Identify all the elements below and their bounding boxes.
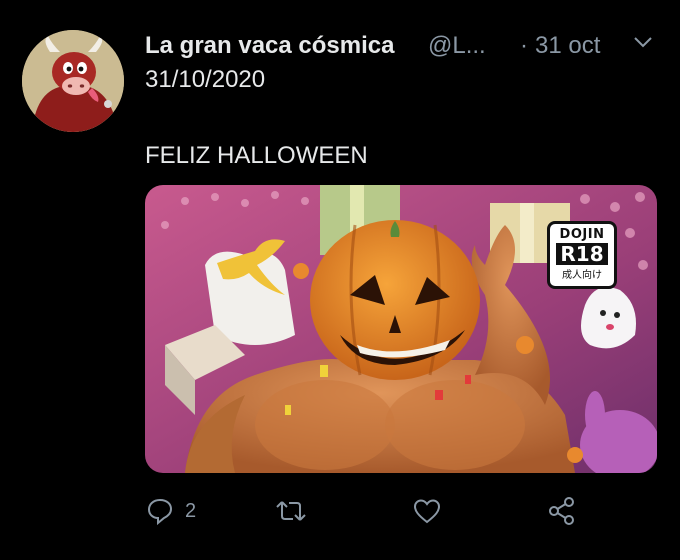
badge-bottom-text: 成人向け xyxy=(562,270,602,281)
retweet-button[interactable] xyxy=(275,493,307,529)
cow-avatar-icon xyxy=(22,30,124,132)
share-button[interactable] xyxy=(547,493,577,529)
like-button[interactable] xyxy=(412,493,442,529)
tweet-text-line: 31/10/2020 xyxy=(145,66,266,93)
retweet-icon xyxy=(275,496,307,526)
tweet-timestamp[interactable]: 31 oct xyxy=(535,32,600,60)
dojin-r18-badge: DOJIN R18 成人向け xyxy=(547,221,617,289)
heart-icon xyxy=(412,496,442,526)
author-avatar[interactable] xyxy=(22,30,124,132)
tweet-media-image[interactable]: DOJIN R18 成人向け xyxy=(145,185,657,473)
reply-icon xyxy=(145,496,175,526)
separator-dot: · xyxy=(520,32,528,59)
author-handle[interactable]: @L... xyxy=(428,32,486,60)
tweet: La gran vaca cósmica @L... · 31 oct 31/1… xyxy=(0,0,680,560)
share-icon xyxy=(547,496,577,526)
tweet-actions: 2 xyxy=(145,493,645,533)
badge-top-text: DOJIN xyxy=(559,227,605,242)
tweet-header: La gran vaca cósmica @L... · 31 oct xyxy=(145,26,665,66)
badge-rating-text: R18 xyxy=(556,243,608,265)
reply-count: 2 xyxy=(185,499,197,522)
reply-button[interactable]: 2 xyxy=(145,493,196,529)
chevron-down-icon[interactable] xyxy=(631,30,655,54)
tweet-text-line: FELIZ HALLOWEEN xyxy=(145,142,368,169)
author-display-name[interactable]: La gran vaca cósmica xyxy=(145,32,394,60)
